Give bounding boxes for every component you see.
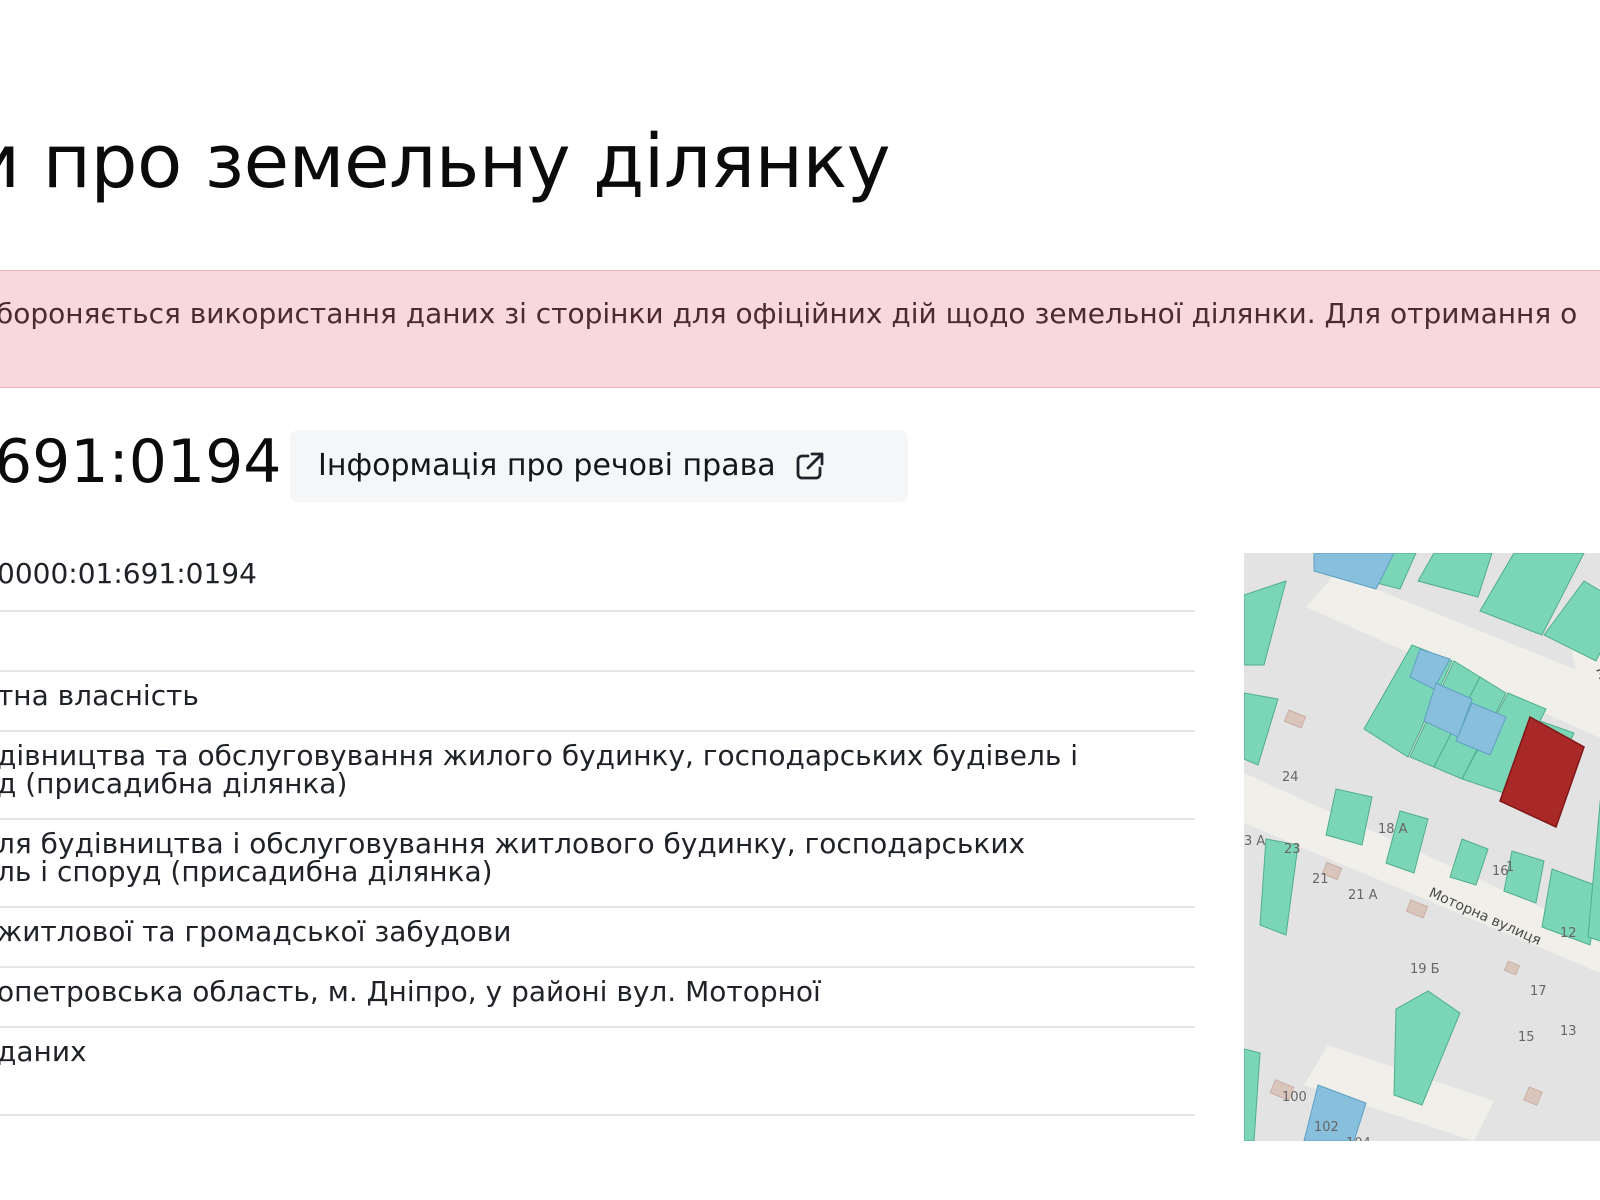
info-value-address: опетровська область, м. Дніпро, у районі… xyxy=(0,975,821,1008)
map-label-19b: 19 Б xyxy=(1410,962,1440,977)
info-row-purpose: дівництва та обслуговування жилого будин… xyxy=(0,732,1195,820)
page-title: и про земельну ділянку xyxy=(0,119,891,205)
map-label-100: 100 xyxy=(1282,1090,1307,1105)
map-label-102: 102 xyxy=(1314,1120,1339,1135)
parcel-info-table: 0000:01:691:0194 тна власність дівництва… xyxy=(0,550,1195,1116)
info-value-purpose: дівництва та обслуговування жилого будин… xyxy=(0,739,1079,800)
map-label-24: 24 xyxy=(1282,770,1299,785)
map-label-1: 1 xyxy=(1506,860,1514,875)
info-value-use-type: ля будівництва і обслуговування житловог… xyxy=(0,827,1026,888)
info-value-land-category: житлової та громадської забудови xyxy=(0,915,512,948)
cadastral-number-heading: 691:0194 xyxy=(0,427,282,497)
property-rights-button-label: Інформація про речові права xyxy=(318,448,776,483)
map-label-15: 15 xyxy=(1518,1030,1535,1045)
info-value-data-status: даних xyxy=(0,1035,87,1068)
info-value-empty xyxy=(0,612,1195,622)
parcel-map[interactable]: Моторна вулиця Мо 24 23 21 21 А 3 А 18 А… xyxy=(1244,553,1600,1141)
land-parcel-page: и про земельну ділянку бороняється викор… xyxy=(0,0,1600,1200)
map-label-12: 12 xyxy=(1560,926,1577,941)
info-value-cadastral-number: 0000:01:691:0194 xyxy=(0,557,257,590)
map-label-21a: 21 А xyxy=(1348,888,1378,903)
map-label-17: 17 xyxy=(1530,984,1547,999)
map-label-104: 104 xyxy=(1346,1136,1371,1141)
property-rights-button[interactable]: Інформація про речові права xyxy=(290,430,908,502)
map-label-18a: 18 А xyxy=(1378,822,1408,837)
map-label-23: 23 xyxy=(1284,842,1301,857)
info-row-ownership: тна власність xyxy=(0,672,1195,732)
info-row-use-type: ля будівництва і обслуговування житловог… xyxy=(0,820,1195,908)
info-row-land-category: житлової та громадської забудови xyxy=(0,908,1195,968)
info-row-data-status: даних xyxy=(0,1028,1195,1116)
map-label-13: 13 xyxy=(1560,1024,1577,1039)
map-label-21: 21 xyxy=(1312,872,1329,887)
info-row-address: опетровська область, м. Дніпро, у районі… xyxy=(0,968,1195,1028)
info-value-ownership: тна власність xyxy=(0,679,199,712)
external-link-icon xyxy=(792,448,828,484)
warning-text: бороняється використання даних зі сторін… xyxy=(0,297,1578,330)
info-row-empty xyxy=(0,612,1195,672)
map-label-3a: 3 А xyxy=(1244,834,1265,849)
info-row-cadastral-number: 0000:01:691:0194 xyxy=(0,550,1195,612)
